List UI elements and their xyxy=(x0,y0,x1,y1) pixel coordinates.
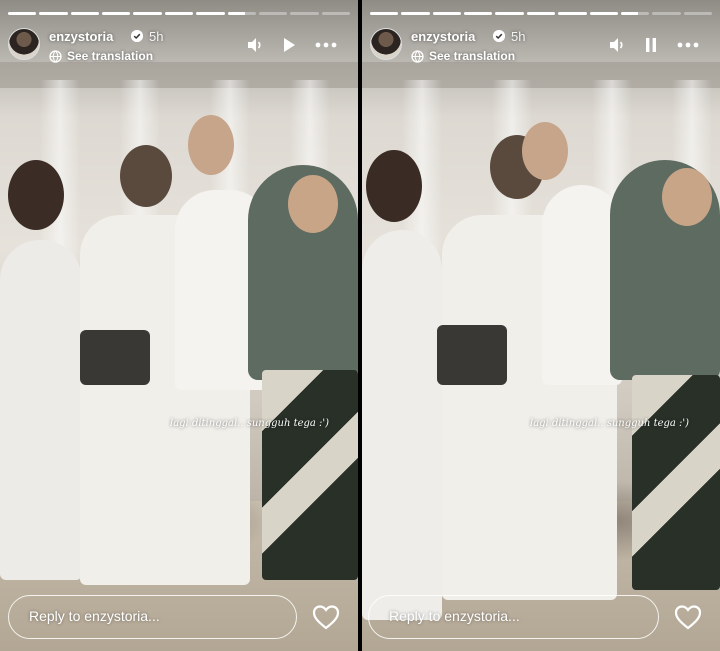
story-caption-text: lagi ditinggal.. sungguh tega :') xyxy=(170,418,330,429)
translate-icon xyxy=(49,49,62,63)
see-translation-link[interactable]: See translation xyxy=(411,49,515,63)
more-icon[interactable] xyxy=(312,36,340,54)
avatar[interactable] xyxy=(8,28,40,60)
speaker-icon[interactable] xyxy=(244,36,266,54)
reply-input[interactable]: Reply to enzystoria... xyxy=(368,595,659,639)
story-header: enzystoria 5h See translation xyxy=(8,26,350,66)
speaker-icon[interactable] xyxy=(606,36,628,54)
story-caption-text: lagi ditinggal.. sungguh tega :') xyxy=(530,418,690,429)
see-translation-label: See translation xyxy=(429,49,516,63)
verified-badge-icon xyxy=(131,30,143,42)
username[interactable]: enzystoria xyxy=(49,29,113,44)
heart-icon[interactable] xyxy=(674,604,702,630)
post-time: 5h xyxy=(511,29,526,44)
story-progress-bar xyxy=(370,12,712,15)
username[interactable]: enzystoria xyxy=(411,29,475,44)
reply-input[interactable]: Reply to enzystoria... xyxy=(8,595,297,639)
play-icon[interactable] xyxy=(278,36,300,54)
verified-badge-icon xyxy=(493,30,505,42)
translate-icon xyxy=(411,49,424,63)
story-photo xyxy=(0,0,358,651)
avatar[interactable] xyxy=(370,28,402,60)
pause-icon[interactable] xyxy=(640,36,662,54)
story-panel-right[interactable]: enzystoria 5h See translation lagi ditin… xyxy=(362,0,720,651)
heart-icon[interactable] xyxy=(312,604,340,630)
story-header: enzystoria 5h See translation xyxy=(370,26,712,66)
post-time: 5h xyxy=(149,29,164,44)
story-panel-left[interactable]: enzystoria 5h See translation lagi ditin… xyxy=(0,0,358,651)
story-progress-bar xyxy=(8,12,350,15)
see-translation-label: See translation xyxy=(67,49,154,63)
more-icon[interactable] xyxy=(674,36,702,54)
see-translation-link[interactable]: See translation xyxy=(49,49,153,63)
story-photo xyxy=(362,0,720,651)
